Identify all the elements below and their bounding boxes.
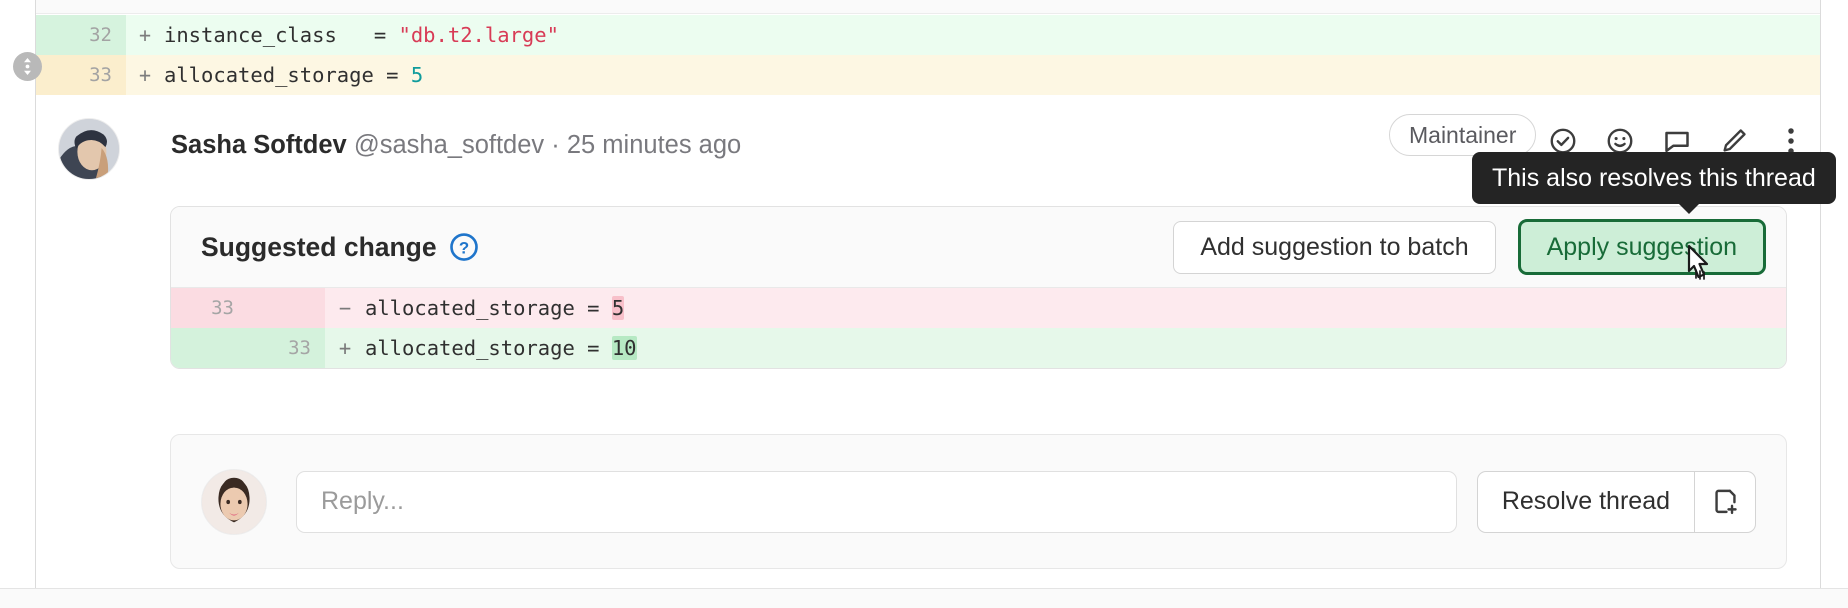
status-badge: Maintainer xyxy=(1389,114,1537,156)
diff-line-32[interactable]: 32 + instance_class = "db.t2.large" xyxy=(36,15,1820,55)
file-bottom-strip xyxy=(0,588,1848,608)
diff-code: allocated_storage = 5 xyxy=(164,63,423,87)
question-mark-circle-icon[interactable]: ? xyxy=(449,232,479,262)
suggestion-code-prefix: allocated_storage = xyxy=(365,296,612,320)
suggestion-code-highlight: 5 xyxy=(611,296,625,320)
suggestion-code-highlight: 10 xyxy=(611,336,637,360)
reply-input[interactable]: Reply... xyxy=(296,470,1457,533)
resolve-thread-button[interactable]: Resolve thread xyxy=(1478,472,1694,532)
code-number-token: 5 xyxy=(410,63,424,87)
mouse-cursor xyxy=(1683,244,1723,297)
comment-author[interactable]: Sasha Softdev xyxy=(171,131,347,159)
reply-container: Reply... Resolve thread xyxy=(170,434,1787,569)
tooltip-arrow xyxy=(1678,203,1700,214)
suggested-change-box: Suggested change ? Add suggestion to bat… xyxy=(170,206,1787,369)
new-issue-icon[interactable] xyxy=(1695,472,1755,532)
avatar-image xyxy=(202,469,266,534)
file-top-strip xyxy=(36,0,1820,14)
suggestion-diff-row-removed: 33 − allocated_storage = 5 xyxy=(171,288,1786,328)
suggestion-old-line-number xyxy=(171,328,248,368)
code-string-token: "db.t2.large" xyxy=(398,23,559,47)
diff-marker: + xyxy=(138,23,152,47)
suggestion-new-line-number xyxy=(248,288,325,328)
comment-timestamp[interactable]: 25 minutes ago xyxy=(567,131,741,159)
suggestion-code: allocated_storage = 5 xyxy=(365,296,625,320)
code-plain: allocated_storage = xyxy=(164,63,411,87)
meta-separator: · xyxy=(551,131,560,159)
suggested-change-header: Suggested change ? Add suggestion to bat… xyxy=(171,207,1786,288)
suggestion-old-line-number: 33 xyxy=(171,288,248,328)
diff-marker: + xyxy=(138,63,152,87)
avatar[interactable] xyxy=(201,468,267,535)
avatar[interactable] xyxy=(58,118,120,180)
svg-text:?: ? xyxy=(458,239,468,258)
resolve-thread-split-button: Resolve thread xyxy=(1476,470,1756,533)
comment-handle[interactable]: @sasha_softdev xyxy=(354,131,544,159)
apply-suggestion-button[interactable]: Apply suggestion xyxy=(1517,219,1766,275)
diff-comment-thread-view: 32 + instance_class = "db.t2.large" 33 +… xyxy=(0,0,1848,608)
tooltip: This also resolves this thread xyxy=(1472,152,1836,204)
comment-meta: Sasha Softdev @sasha_softdev · 25 minute… xyxy=(171,128,741,162)
suggestion-code: allocated_storage = 10 xyxy=(365,336,637,360)
suggestion-marker: + xyxy=(338,336,352,360)
suggestion-marker: − xyxy=(338,296,352,320)
file-right-border xyxy=(1820,0,1821,588)
suggestion-diff-row-added: 33 + allocated_storage = 10 xyxy=(171,328,1786,368)
diff-code: instance_class = "db.t2.large" xyxy=(164,23,559,47)
diff-line-number: 33 xyxy=(36,55,126,95)
page-title: Suggested change xyxy=(201,231,437,262)
avatar-image xyxy=(59,119,119,179)
suggestion-new-line-number: 33 xyxy=(248,328,325,368)
code-plain: instance_class = xyxy=(164,23,399,47)
diff-line-number: 32 xyxy=(36,15,126,55)
diff-line-33[interactable]: 33 + allocated_storage = 5 xyxy=(36,55,1820,95)
suggestion-code-prefix: allocated_storage = xyxy=(365,336,612,360)
resize-vertical-icon[interactable] xyxy=(13,52,42,81)
add-suggestion-to-batch-button[interactable]: Add suggestion to batch xyxy=(1173,220,1496,274)
suggestion-buttons: Add suggestion to batch Apply suggestion xyxy=(1173,219,1766,275)
